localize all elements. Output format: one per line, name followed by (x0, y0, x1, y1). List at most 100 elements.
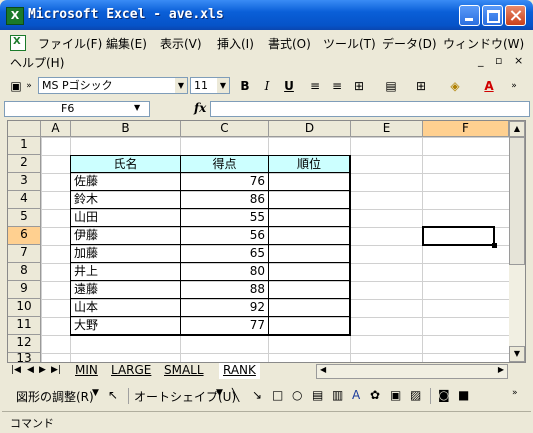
score-cell[interactable]: 55 (181, 209, 269, 227)
score-cell[interactable]: 76 (181, 173, 269, 191)
select-all-corner[interactable] (8, 121, 41, 137)
borders-icon[interactable]: ⊞ (412, 77, 430, 95)
menu-insert[interactable]: 挿入(I) (217, 35, 254, 52)
name-cell[interactable]: 山田 (71, 209, 181, 227)
sheet-tab-small[interactable]: SMALL (160, 363, 208, 379)
next-sheet-icon[interactable]: ▶ (39, 365, 46, 375)
horizontal-scrollbar[interactable]: ◀ ▶ (316, 364, 508, 379)
menu-file[interactable]: ファイル(F) (38, 35, 102, 52)
sheet-tab-large[interactable]: LARGE (107, 363, 155, 379)
rank-cell[interactable] (269, 245, 350, 263)
currency-icon[interactable]: ▤ (382, 77, 400, 95)
fill-color-icon[interactable]: ◈ (446, 77, 464, 95)
rank-cell[interactable] (269, 281, 350, 299)
row-header[interactable]: 9 (8, 281, 41, 299)
save-icon[interactable]: ▣ (8, 77, 24, 95)
score-cell[interactable]: 77 (181, 317, 269, 335)
score-cell[interactable]: 80 (181, 263, 269, 281)
row-header[interactable]: 11 (8, 317, 41, 335)
rank-cell[interactable] (269, 299, 350, 317)
scroll-up-icon[interactable]: ▲ (509, 121, 525, 137)
prev-sheet-icon[interactable]: ◀ (27, 365, 34, 375)
score-cell[interactable]: 56 (181, 227, 269, 245)
shadow-icon[interactable]: ◙ (438, 388, 450, 402)
excel-icon[interactable]: X (6, 7, 24, 25)
row-header[interactable]: 4 (8, 191, 41, 209)
insert-function-icon[interactable]: fx (194, 101, 206, 115)
row-header[interactable]: 5 (8, 209, 41, 227)
sheet-tab-min[interactable]: MIN (71, 363, 102, 379)
name-cell[interactable]: 山本 (71, 299, 181, 317)
row-header[interactable]: 8 (8, 263, 41, 281)
column-header[interactable]: B (71, 121, 181, 137)
menu-help[interactable]: ヘルプ(H) (10, 54, 64, 71)
worksheet-grid[interactable]: A B C D E F 1 2 3 4 5 6 7 8 9 10 11 12 1… (7, 120, 526, 363)
row-header[interactable]: 10 (8, 299, 41, 317)
header-score[interactable]: 得点 (181, 156, 269, 173)
rectangle-icon[interactable]: □ (272, 388, 283, 402)
rank-cell[interactable] (269, 227, 350, 245)
picture-icon[interactable]: ▨ (410, 388, 421, 402)
shapes-adjust-menu[interactable]: 図形の調整(R) (16, 388, 94, 405)
column-header[interactable]: A (41, 121, 71, 137)
dropdown-arrow-icon[interactable]: ▼ (134, 103, 140, 112)
first-sheet-icon[interactable]: |◀ (11, 365, 21, 375)
oval-icon[interactable]: ○ (292, 388, 302, 402)
menu-edit[interactable]: 編集(E) (106, 35, 147, 52)
arrow-icon[interactable]: ↘ (252, 388, 262, 402)
name-cell[interactable]: 大野 (71, 317, 181, 335)
more-icon[interactable]: » (508, 77, 520, 95)
font-color-icon[interactable]: A (480, 77, 498, 95)
wordart-icon[interactable]: A (352, 388, 360, 402)
name-cell[interactable]: 伊藤 (71, 227, 181, 245)
menu-format[interactable]: 書式(O) (268, 35, 311, 52)
scroll-down-icon[interactable]: ▼ (509, 346, 525, 362)
menu-view[interactable]: 表示(V) (160, 35, 202, 52)
score-cell[interactable]: 86 (181, 191, 269, 209)
score-cell[interactable]: 65 (181, 245, 269, 263)
dropdown-arrow-icon[interactable]: ▼ (217, 78, 229, 93)
textbox-icon[interactable]: ▤ (312, 388, 323, 402)
fill-handle[interactable] (492, 243, 497, 248)
header-rank[interactable]: 順位 (269, 156, 350, 173)
rank-cell[interactable] (269, 191, 350, 209)
menu-window[interactable]: ウィンドウ(W) (443, 35, 524, 52)
row-header-selected[interactable]: 6 (8, 227, 41, 245)
vertical-scrollbar[interactable]: ▲ ▼ (509, 121, 525, 362)
menu-tools[interactable]: ツール(T) (323, 35, 376, 52)
row-header[interactable]: 3 (8, 173, 41, 191)
active-cell-selection[interactable] (422, 226, 495, 246)
close-button[interactable] (505, 5, 526, 26)
score-cell[interactable]: 88 (181, 281, 269, 299)
underline-button[interactable]: U (280, 77, 298, 95)
name-cell[interactable]: 井上 (71, 263, 181, 281)
column-header[interactable]: C (181, 121, 269, 137)
dropdown-arrow-icon[interactable]: ▼ (92, 388, 99, 398)
select-objects-icon[interactable]: ↖ (108, 388, 118, 402)
rank-cell[interactable] (269, 263, 350, 281)
clipart-icon[interactable]: ▣ (390, 388, 401, 402)
dropdown-arrow-icon[interactable]: ▼ (175, 78, 187, 93)
name-cell[interactable]: 鈴木 (71, 191, 181, 209)
column-header[interactable]: D (269, 121, 351, 137)
rank-cell[interactable] (269, 209, 350, 227)
row-header[interactable]: 13 (8, 353, 41, 362)
bold-button[interactable]: B (236, 77, 254, 95)
name-box[interactable]: F6 (4, 101, 150, 117)
font-size-select[interactable]: 11 ▼ (190, 77, 230, 94)
diagram-icon[interactable]: ✿ (370, 388, 380, 402)
minimize-button[interactable] (459, 5, 480, 26)
row-header[interactable]: 7 (8, 245, 41, 263)
score-cell[interactable]: 92 (181, 299, 269, 317)
row-header[interactable]: 1 (8, 137, 41, 155)
rank-cell[interactable] (269, 317, 350, 335)
menu-data[interactable]: データ(D) (382, 35, 437, 52)
line-icon[interactable]: ╲ (232, 388, 239, 402)
scroll-thumb[interactable] (509, 137, 525, 265)
column-header-selected[interactable]: F (423, 121, 509, 137)
font-name-select[interactable]: MS Pゴシック ▼ (38, 77, 188, 94)
more-icon[interactable]: » (24, 77, 34, 95)
align-left-icon[interactable]: ≡ (306, 77, 324, 95)
dropdown-arrow-icon[interactable]: ▼ (216, 388, 223, 398)
name-cell[interactable]: 遠藤 (71, 281, 181, 299)
